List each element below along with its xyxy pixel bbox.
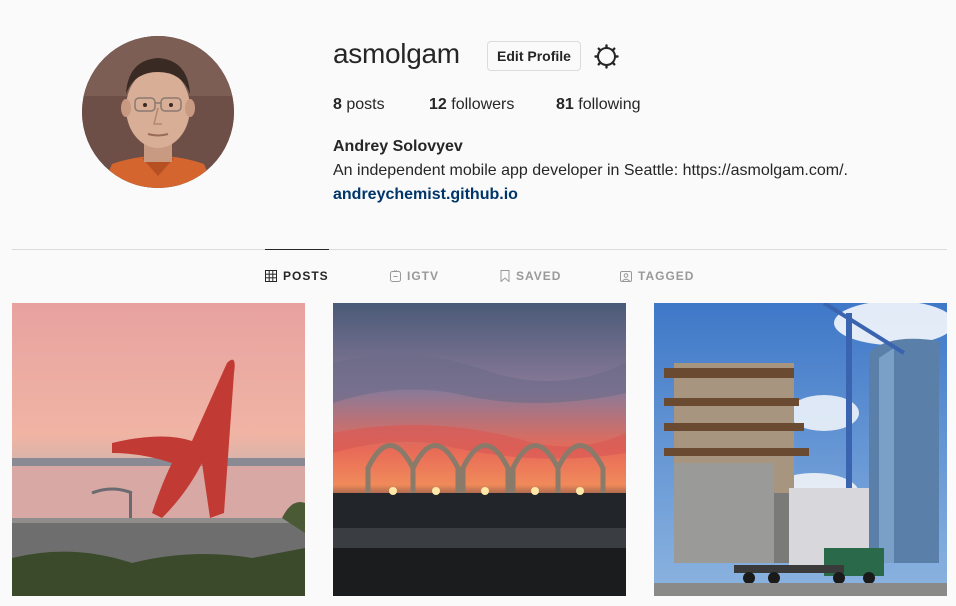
edit-profile-button[interactable]: Edit Profile	[487, 41, 581, 71]
post-thumbnail[interactable]	[12, 303, 305, 596]
followers-label: followers	[451, 96, 515, 113]
followers-link[interactable]: 12 followers	[429, 96, 514, 114]
followers-count: 12	[429, 96, 447, 113]
post-thumbnail[interactable]	[654, 303, 947, 596]
tagged-icon	[620, 271, 632, 282]
profile-bio: An independent mobile app developer in S…	[333, 162, 848, 179]
tab-posts[interactable]: POSTS	[265, 269, 329, 283]
following-count: 81	[556, 96, 574, 113]
igtv-icon	[390, 270, 401, 282]
bookmark-icon	[500, 270, 510, 282]
following-label: following	[578, 96, 641, 113]
tab-saved-label: SAVED	[516, 269, 562, 283]
active-tab-indicator	[265, 249, 329, 250]
gear-icon[interactable]	[594, 44, 619, 69]
tab-tagged-label: TAGGED	[638, 269, 695, 283]
tab-igtv[interactable]: IGTV	[390, 269, 439, 283]
profile-full-name: Andrey Solovyev	[333, 138, 463, 155]
grid-icon	[265, 270, 277, 282]
posts-stat: 8 posts	[333, 96, 385, 114]
profile-avatar[interactable]	[82, 36, 234, 188]
following-link[interactable]: 81 following	[556, 96, 641, 114]
profile-website-link[interactable]: andreychemist.github.io	[333, 186, 518, 204]
tab-posts-label: POSTS	[283, 269, 329, 283]
posts-count: 8	[333, 96, 342, 113]
profile-username: asmolgam	[333, 38, 460, 69]
tab-tagged[interactable]: TAGGED	[620, 269, 694, 283]
post-thumbnail[interactable]	[333, 303, 626, 596]
tab-igtv-label: IGTV	[407, 269, 440, 283]
section-divider	[12, 249, 947, 250]
tab-saved[interactable]: SAVED	[500, 269, 561, 283]
posts-label: posts	[346, 96, 385, 113]
